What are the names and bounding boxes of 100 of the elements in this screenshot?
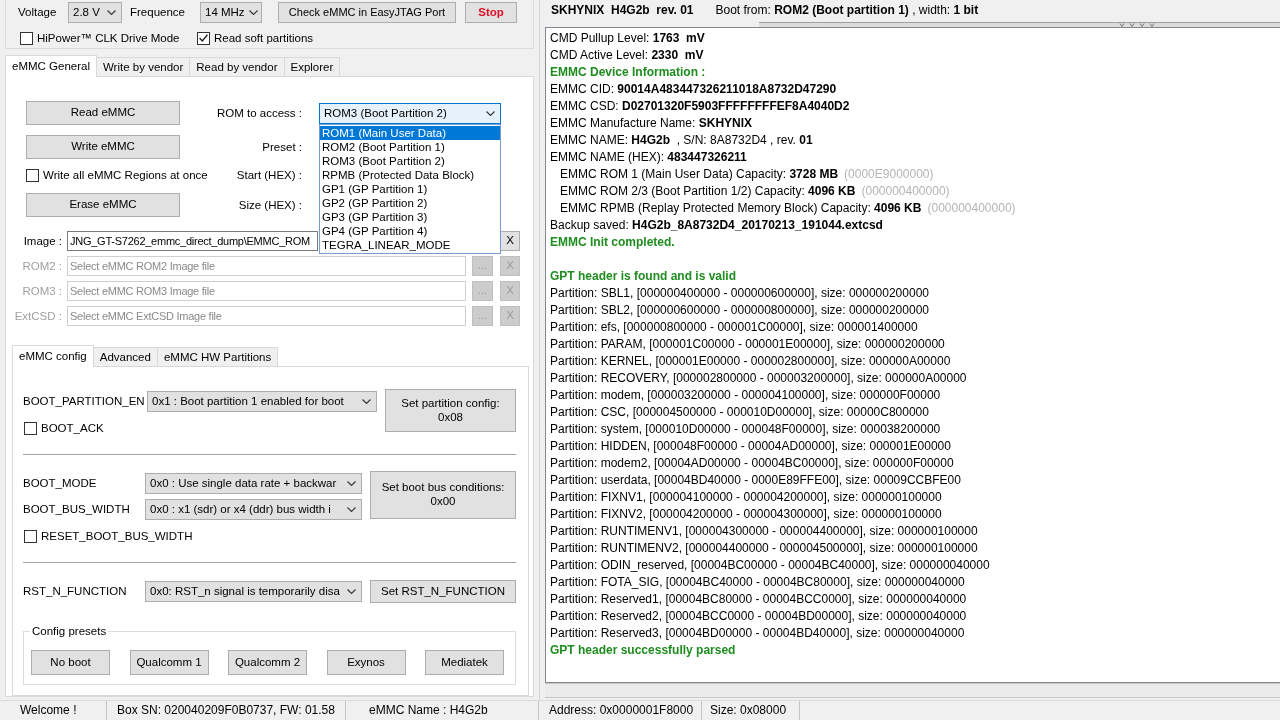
preset-button[interactable]: Exynos xyxy=(326,650,406,675)
caret-icon xyxy=(486,110,495,116)
tab[interactable]: eMMC HW Partitions xyxy=(156,347,279,366)
hex-note: (0000E9000000) xyxy=(844,167,934,181)
action-button[interactable]: Set RST_N_FUNCTION xyxy=(370,580,516,603)
dropdown-option[interactable]: GP3 (GP Partition 3) xyxy=(320,209,500,224)
caret-icon xyxy=(347,481,356,486)
action-button[interactable]: Write eMMC xyxy=(26,135,180,159)
checkbox-label: RESET_BOOT_BUS_WIDTH xyxy=(41,528,193,544)
caret-icon xyxy=(347,589,356,594)
checkbox-label: HiPower™ CLK Drive Mode xyxy=(37,30,180,46)
field-label: ExtCSD : xyxy=(13,308,62,324)
log-line: Partition: ODIN_reserved, [00004BC00000 - 00004BC40000], size: 000000040000 xyxy=(550,558,990,572)
log-line: CMD Pullup Level: 1763 mV xyxy=(550,31,705,45)
action-button[interactable]: Set boot bus conditions: 0x00 xyxy=(370,471,516,519)
dropdown[interactable]: 2.8 V xyxy=(68,2,122,23)
status-text: Size: 0x08000 xyxy=(710,702,787,719)
tab[interactable]: Advanced xyxy=(92,347,158,366)
caret-icon xyxy=(107,10,116,15)
status-text: Box SN: 020040209F0B0737, FW: 01.58 xyxy=(117,702,335,719)
action-button[interactable]: Erase eMMC xyxy=(26,193,180,217)
log-line: Partition: FIXNV2, [000004200000 - 000004300000], size: 000000100000 xyxy=(550,507,942,521)
dropdown-option[interactable]: GP2 (GP Partition 2) xyxy=(320,195,500,210)
log-line: EMMC Init completed. xyxy=(550,235,675,249)
dropdown[interactable]: 0x0 : x1 (sdr) or x4 (ddr) bus width i xyxy=(145,499,362,520)
status-text: eMMC Name : H4G2b xyxy=(369,702,488,719)
checkbox[interactable] xyxy=(20,31,33,45)
field-label: ROM2 : xyxy=(21,258,62,274)
dropdown[interactable]: 0x0 : Use single data rate + backwar xyxy=(145,473,362,494)
action-button[interactable]: Check eMMC in EasyJTAG Port xyxy=(278,2,456,23)
field-label: BOOT_BUS_WIDTH xyxy=(23,502,131,517)
field-label: Size (HEX) : xyxy=(238,197,302,213)
checkbox-label: BOOT_ACK xyxy=(41,420,104,436)
tab[interactable]: Read by vendor xyxy=(189,57,285,76)
dropdown-option[interactable]: TEGRA_LINEAR_MODE xyxy=(320,237,500,252)
log-line: Partition: efs, [000000800000 - 000001C00000], size: 000001400000 xyxy=(550,320,918,334)
clear-button[interactable]: X xyxy=(500,231,520,251)
preset-button[interactable]: Mediatek xyxy=(425,650,504,675)
tab[interactable]: Write by vendor xyxy=(95,57,191,76)
dropdown[interactable]: 0x1 : Boot partition 1 enabled for boot xyxy=(147,391,377,412)
dropdown-option[interactable]: GP4 (GP Partition 4) xyxy=(320,223,500,238)
group-title: Config presets xyxy=(30,624,109,639)
dropdown-option[interactable]: GP1 (GP Partition 1) xyxy=(320,181,500,196)
dropdown-option[interactable]: ROM3 (Boot Partition 2) xyxy=(320,153,500,168)
log-line: GPT header is found and is valid xyxy=(550,269,737,283)
log-line: Partition: RUNTIMENV1, [000004300000 - 000004400000], size: 000000100000 xyxy=(550,524,978,538)
boot-info: Boot from: ROM2 (Boot partition 1) , width: 1 bit xyxy=(715,3,979,19)
dropdown-option[interactable]: RPMB (Protected Data Block) xyxy=(320,167,500,182)
action-button[interactable]: Set partition config: 0x08 xyxy=(385,389,516,432)
log-line: Partition: modem2, [00004AD00000 - 00004BC00000], size: 000000F00000 xyxy=(550,456,954,470)
log-line: CMD Active Level: 2330 mV xyxy=(550,48,704,62)
log-line: EMMC Manufacture Name: SKHYNIX xyxy=(550,116,753,130)
checkbox-label: Write all eMMC Regions at once xyxy=(43,167,208,183)
log-line: Partition: KERNEL, [000001E00000 - 000002800000], size: 000000A00000 xyxy=(550,354,951,368)
caret-icon xyxy=(248,10,258,15)
checkmark-icon xyxy=(199,34,208,42)
field-label: Voltage xyxy=(18,5,58,20)
log-line: Partition: Reserved3, [00004BD00000 - 00004BD40000], size: 000000040000 xyxy=(550,626,965,640)
field-label: ROM to access : xyxy=(217,105,302,121)
field-label: Frequence xyxy=(130,5,186,20)
field-label: Image : xyxy=(22,233,62,249)
tab[interactable]: eMMC config xyxy=(12,345,94,367)
preset-button[interactable]: Qualcomm 2 xyxy=(228,650,307,675)
status-text: Address: 0x0000001F8000 xyxy=(549,702,694,719)
checkbox[interactable] xyxy=(197,31,210,45)
dropdown[interactable]: ROM3 (Boot Partition 2) xyxy=(319,102,501,124)
log-line: Partition: SBL1, [000000400000 - 000000600000], size: 000000200000 xyxy=(550,286,929,300)
log-line: Partition: SBL2, [000000600000 - 000000800000], size: 000000200000 xyxy=(550,303,929,317)
preset-button[interactable]: Qualcomm 1 xyxy=(129,650,209,675)
preset-button[interactable]: No boot xyxy=(31,650,110,675)
field-label: Start (HEX) : xyxy=(236,167,302,183)
log-line: Partition: modem, [000003200000 - 000004100000], size: 000000F00000 xyxy=(550,388,941,402)
log-line: Partition: PARAM, [000001C00000 - 000001E00000], size: 000000200000 xyxy=(550,337,945,351)
log-line: EMMC Device Information : xyxy=(550,65,706,79)
checkbox[interactable] xyxy=(24,529,37,543)
stop-button[interactable]: Stop xyxy=(465,2,517,23)
hex-note: (000000400000) xyxy=(861,184,950,198)
log-line: Partition: FIXNV1, [000004100000 - 000004200000], size: 000000100000 xyxy=(550,490,942,504)
tab[interactable]: eMMC General xyxy=(5,55,97,77)
checkbox[interactable] xyxy=(24,421,37,435)
field-label: RST_N_FUNCTION xyxy=(23,584,128,599)
log-line: Partition: RECOVERY, [000002800000 - 000003200000], size: 000000A00000 xyxy=(550,371,967,385)
caret-icon xyxy=(362,399,371,404)
file-path-field[interactable]: JNG_GT-S7262_emmc_direct_dump\EMMC_ROM xyxy=(67,231,318,251)
device-title: SKHYNIX H4G2b rev. 01 xyxy=(551,3,694,19)
action-button[interactable]: Read eMMC xyxy=(26,101,180,125)
log-line: Partition: FOTA_SIG, [00004BC40000 - 00004BC80000], size: 000000040000 xyxy=(550,575,965,589)
dropdown[interactable]: 14 MHz xyxy=(200,2,262,23)
tab[interactable]: Explorer xyxy=(283,57,341,76)
log-line: EMMC RPMB (Replay Protected Memory Block) Capacity: 4096 KB xyxy=(560,201,922,215)
log-line: Partition: HIDDEN, [000048F00000 - 00004AD00000], size: 000001E00000 xyxy=(550,439,951,453)
dropdown-option[interactable]: ROM1 (Main User Data) xyxy=(320,125,500,140)
dropdown[interactable]: 0x0: RST_n signal is temporarily disa xyxy=(145,581,362,602)
horizontal-scrollbar[interactable] xyxy=(545,683,1280,698)
log-line: EMMC CSD: D02701320F5903FFFFFFFFEF8A4040D2 xyxy=(550,99,850,113)
checkbox[interactable] xyxy=(26,168,39,182)
caret-icon xyxy=(347,507,356,512)
field-label: Preset : xyxy=(262,139,302,155)
dropdown-option[interactable]: ROM2 (Boot Partition 1) xyxy=(320,139,500,154)
status-text: Welcome ! xyxy=(20,702,77,719)
